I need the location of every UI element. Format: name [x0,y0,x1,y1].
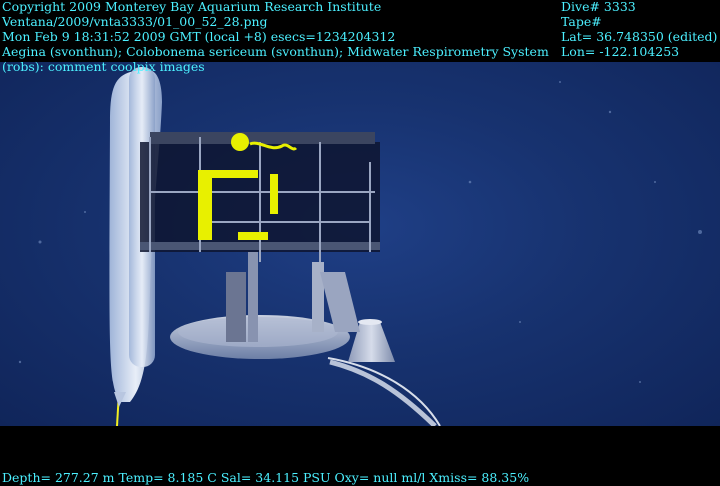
timestamp-line: Mon Feb 9 18:31:52 2009 GMT (local +8) e… [2,29,396,44]
underwater-scene [0,62,720,426]
tape-number: Tape# [561,14,602,29]
instrument-frame [140,132,380,342]
sensor-readout: Depth= 277.27 m Temp= 8.185 C Sal= 34.11… [2,470,529,485]
comment-line: (robs): comment coolpix images [2,59,205,74]
copyright-line: Copyright 2009 Monterey Bay Aquarium Res… [2,0,382,14]
longitude: Lon= -122.104253 [561,44,680,59]
sensor-readout-line: Depth= 277.27 m Temp= 8.185 C Sal= 34.11… [2,470,530,485]
dive-number: Dive# 3333 [561,0,636,14]
header-info-left: Copyright 2009 Monterey Bay Aquarium Res… [2,0,549,74]
latitude: Lat= 36.748350 (edited) [561,29,718,44]
annotation-line: Aegina (svonthun); Colobonema sericeum (… [2,44,549,59]
respirometer-illustration [18,67,702,426]
video-frame: Copyright 2009 Monterey Bay Aquarium Res… [0,0,720,486]
header-info-right: Dive# 3333 Tape# Lat= 36.748350 (edited)… [561,0,717,59]
file-path-line: Ventana/2009/vnta3333/01_00_52_28.png [2,14,268,29]
